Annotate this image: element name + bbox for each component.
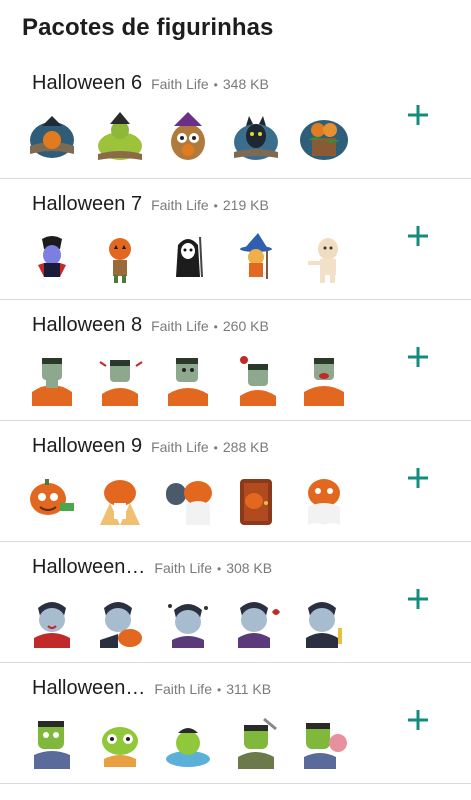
- zombie-sticker: [24, 715, 80, 771]
- separator-dot: •: [213, 199, 218, 213]
- sticker-pack[interactable]: Halloween 6 Faith Life • 348 KB: [0, 58, 471, 179]
- mummy-sticker: [296, 231, 352, 287]
- frankenstein-sticker: [92, 352, 148, 408]
- sticker-preview-row: [24, 352, 364, 408]
- pack-name: Halloween…: [32, 556, 146, 578]
- pumpkin-scarecrow-sticker: [92, 231, 148, 287]
- sticker-pack[interactable]: Halloween 9 Faith Life • 288 KB: [0, 421, 471, 542]
- pumpkin-door-sticker: [228, 473, 284, 529]
- separator-dot: •: [213, 320, 218, 334]
- pumpkin-money-sticker: [24, 473, 80, 529]
- plus-icon: [408, 226, 428, 246]
- frankenstein-sticker: [24, 352, 80, 408]
- dracula-sticker: [296, 594, 352, 650]
- separator-dot: •: [216, 562, 222, 576]
- frankenstein-sticker: [228, 352, 284, 408]
- pumpkin-ghost-sticker: [160, 473, 216, 529]
- dracula-sticker: [228, 594, 284, 650]
- pack-name: Halloween 9: [32, 435, 143, 457]
- add-pack-button[interactable]: [405, 102, 431, 128]
- add-pack-button[interactable]: [405, 586, 431, 612]
- witch-cauldron-sticker: [92, 110, 148, 166]
- black-cat-sticker: [228, 110, 284, 166]
- pack-header: Halloween 9 Faith Life • 288 KB: [32, 435, 269, 458]
- pumpkin-ghost-sticker: [296, 473, 352, 529]
- sticker-pack-list: Halloween 6 Faith Life • 348 KB Hallowee…: [0, 58, 471, 784]
- sticker-pack[interactable]: Halloween 7 Faith Life • 219 KB: [0, 179, 471, 300]
- pack-header: Halloween… Faith Life • 311 KB: [32, 677, 271, 700]
- sticker-preview-row: [24, 594, 364, 650]
- pack-author: Faith Life: [151, 76, 209, 92]
- pack-header: Halloween 6 Faith Life • 348 KB: [32, 72, 269, 95]
- frankenstein-sticker: [296, 352, 352, 408]
- pack-name: Halloween 8: [32, 314, 143, 336]
- pack-size: 348 KB: [222, 76, 269, 92]
- dracula-sticker: [24, 594, 80, 650]
- pumpkin-banner-sticker: [24, 110, 80, 166]
- zombie-sticker: [92, 715, 148, 771]
- zombie-sticker: [228, 715, 284, 771]
- frankenstein-sticker: [160, 352, 216, 408]
- pack-size: 219 KB: [222, 197, 269, 213]
- sticker-preview-row: [24, 110, 364, 166]
- pack-size: 311 KB: [226, 681, 272, 697]
- pack-header: Halloween 8 Faith Life • 260 KB: [32, 314, 269, 337]
- witch-sticker: [228, 231, 284, 287]
- owl-witch-sticker: [160, 110, 216, 166]
- zombie-sticker: [296, 715, 352, 771]
- add-pack-button[interactable]: [405, 223, 431, 249]
- vampire-sticker: [24, 231, 80, 287]
- pack-header: Halloween 7 Faith Life • 219 KB: [32, 193, 269, 216]
- grim-reaper-sticker: [160, 231, 216, 287]
- plus-icon: [408, 589, 428, 609]
- sticker-pack[interactable]: Halloween 8 Faith Life • 260 KB: [0, 300, 471, 421]
- zombie-sticker: [160, 715, 216, 771]
- pack-author: Faith Life: [151, 439, 209, 455]
- pumpkin-pray-sticker: [92, 473, 148, 529]
- dracula-sticker: [92, 594, 148, 650]
- pack-size: 288 KB: [222, 439, 269, 455]
- pack-author: Faith Life: [151, 197, 209, 213]
- pack-author: Faith Life: [151, 318, 209, 334]
- plus-icon: [408, 105, 428, 125]
- pumpkin-patch-sticker: [296, 110, 352, 166]
- separator-dot: •: [213, 441, 218, 455]
- separator-dot: •: [213, 78, 218, 92]
- pack-name: Halloween 7: [32, 193, 143, 215]
- page-title: Pacotes de figurinhas: [22, 14, 274, 41]
- separator-dot: •: [216, 683, 222, 697]
- sticker-preview-row: [24, 715, 364, 771]
- sticker-pack[interactable]: Halloween… Faith Life • 308 KB: [0, 542, 471, 663]
- pack-name: Halloween 6: [32, 72, 143, 94]
- sticker-pack[interactable]: Halloween… Faith Life • 311 KB: [0, 663, 471, 784]
- add-pack-button[interactable]: [405, 707, 431, 733]
- pack-size: 308 KB: [226, 560, 273, 576]
- pack-name: Halloween…: [32, 677, 146, 699]
- pack-author: Faith Life: [154, 681, 212, 697]
- sticker-preview-row: [24, 231, 364, 287]
- plus-icon: [408, 347, 428, 367]
- pack-size: 260 KB: [222, 318, 269, 334]
- pack-author: Faith Life: [154, 560, 212, 576]
- plus-icon: [408, 710, 428, 730]
- add-pack-button[interactable]: [405, 344, 431, 370]
- pack-header: Halloween… Faith Life • 308 KB: [32, 556, 272, 579]
- plus-icon: [408, 468, 428, 488]
- dracula-sticker: [160, 594, 216, 650]
- sticker-preview-row: [24, 473, 364, 529]
- add-pack-button[interactable]: [405, 465, 431, 491]
